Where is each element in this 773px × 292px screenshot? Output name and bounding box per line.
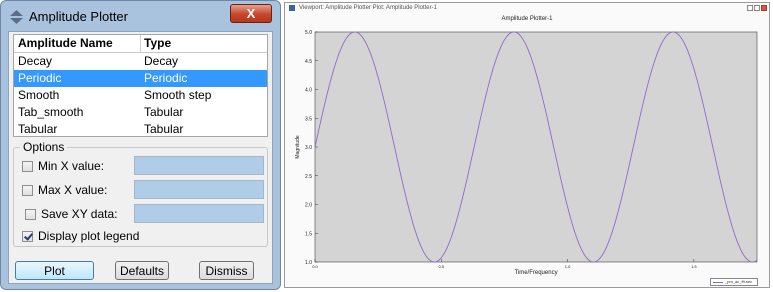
max-x-label: Max X value:: [38, 183, 108, 197]
defaults-button-label: Defaults: [119, 263, 165, 278]
legend-label: _pm_ac_fft.sec: [725, 279, 753, 284]
amplitude-type-cell: Tabular: [144, 105, 184, 119]
x-tick-label: 1.0: [565, 264, 571, 269]
amplitude-type-cell: Periodic: [144, 71, 188, 85]
x-tick-label: 1.5: [691, 264, 697, 269]
max-x-input[interactable]: [134, 180, 264, 199]
y-tick-label: 3.0: [305, 145, 312, 151]
column-header-amplitude-name: Amplitude Name: [18, 36, 113, 50]
save-xy-checkbox[interactable]: [25, 209, 36, 220]
y-tick-label: 2.0: [305, 203, 312, 209]
amplitude-table[interactable]: Amplitude Name Type Decay Decay Periodic…: [13, 34, 268, 137]
column-header-type: Type: [144, 36, 172, 50]
y-tick-label: 4.5: [305, 59, 312, 65]
amplitude-name-cell: Tabular: [18, 122, 58, 136]
y-tick-label: 1.0: [305, 260, 312, 266]
y-tick-label: 1.5: [305, 231, 312, 237]
amplitude-type-cell: Decay: [144, 54, 179, 68]
min-x-label: Min X value:: [38, 159, 105, 173]
y-axis-label: Magnitude: [295, 135, 301, 159]
defaults-button[interactable]: Defaults: [115, 261, 169, 280]
table-row[interactable]: Smooth Smooth step: [14, 87, 267, 104]
column-divider[interactable]: [140, 35, 141, 52]
plot-button-label: Plot: [44, 263, 65, 278]
dialog-titlebar[interactable]: Amplitude Plotter X: [1, 1, 280, 33]
table-row-selected[interactable]: Periodic Periodic: [14, 70, 267, 87]
amplitude-name-cell: Periodic: [18, 71, 62, 85]
plot-area: [314, 31, 758, 263]
y-tick-label: 4.0: [305, 88, 312, 94]
amplitude-plotter-dialog: Amplitude Plotter X Amplitude Name Type …: [0, 0, 281, 290]
amplitude-chart[interactable]: 1.0 1.5 2.0 2.5 3.0 3.5 4.0 4.5 5.0 0.0 0.5 1.0 1.5 T…: [285, 3, 771, 289]
y-tick-label: 5.0: [305, 30, 312, 36]
table-row[interactable]: Tab_smooth Tabular: [14, 104, 267, 121]
y-tick-label: 3.5: [305, 116, 312, 122]
amplitude-name-cell: Tab_smooth: [18, 105, 84, 119]
amplitude-type-cell: Tabular: [144, 122, 184, 136]
dismiss-button-label: Dismiss: [205, 263, 248, 278]
save-xy-input[interactable]: [134, 204, 264, 223]
display-legend-checkbox[interactable]: [22, 231, 33, 242]
x-axis-label: Time/Frequency: [514, 270, 557, 276]
dialog-client: Amplitude Name Type Decay Decay Periodic…: [8, 31, 273, 284]
viewport-window[interactable]: Viewport: Amplitude Plotter Plot: Amplit…: [284, 2, 770, 288]
display-legend-label: Display plot legend: [38, 229, 140, 243]
options-group-title: Options: [20, 140, 68, 154]
table-row[interactable]: Decay Decay: [14, 53, 267, 70]
dialog-title: Amplitude Plotter: [29, 9, 128, 24]
amplitude-type-cell: Smooth step: [144, 88, 212, 102]
close-icon: X: [246, 6, 256, 21]
table-row[interactable]: Tabular Tabular: [14, 121, 267, 138]
legend-line-swatch: [713, 282, 723, 283]
x-tick-label: 0.5: [439, 264, 445, 269]
close-button[interactable]: X: [230, 4, 272, 23]
amplitude-name-cell: Smooth: [18, 88, 60, 102]
max-x-checkbox[interactable]: [22, 185, 33, 196]
app-icon: [10, 10, 23, 24]
dismiss-button[interactable]: Dismiss: [199, 261, 254, 280]
plot-legend: _pm_ac_fft.sec: [710, 278, 758, 286]
y-tick-label: 2.5: [305, 174, 312, 180]
min-x-input[interactable]: [134, 156, 264, 175]
save-xy-label: Save XY data:: [41, 207, 118, 221]
x-tick-label: 0.0: [312, 264, 318, 269]
amplitude-name-cell: Decay: [18, 54, 53, 68]
options-group: Options Min X value: Max X value: Save X…: [13, 140, 268, 247]
plot-button[interactable]: Plot: [15, 261, 94, 280]
min-x-checkbox[interactable]: [22, 161, 33, 172]
table-header-row: Amplitude Name Type: [14, 35, 267, 53]
